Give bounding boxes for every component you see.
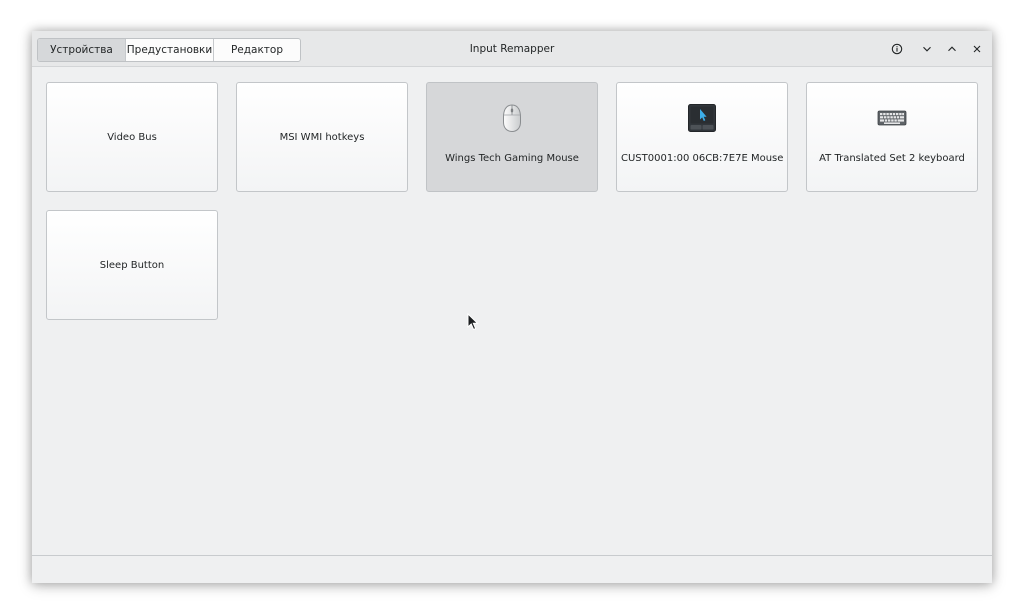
- keyboard-icon: [875, 101, 909, 135]
- tab-editor[interactable]: Редактор: [214, 39, 300, 61]
- mouse-pointer-icon: [467, 313, 479, 331]
- device-label: AT Translated Set 2 keyboard: [819, 153, 965, 164]
- device-label: CUST0001:00 06CB:7E7E Mouse: [621, 153, 783, 164]
- view-switcher: Устройства Предустановки Редактор: [37, 38, 301, 62]
- touchpad-icon: [685, 101, 719, 135]
- device-card-msi-wmi-hotkeys[interactable]: MSI WMI hotkeys: [236, 82, 408, 192]
- device-label: Video Bus: [107, 132, 157, 143]
- device-card-video-bus[interactable]: Video Bus: [46, 82, 218, 192]
- info-icon: [891, 43, 903, 55]
- device-card-wings-tech-gaming-mouse[interactable]: Wings Tech Gaming Mouse: [426, 82, 598, 192]
- device-label: Wings Tech Gaming Mouse: [445, 153, 579, 164]
- mouse-icon: [495, 101, 529, 135]
- device-grid: Video Bus MSI WMI hotkeys Wings Tech Gam…: [32, 67, 992, 555]
- device-card-touchpad-mouse[interactable]: CUST0001:00 06CB:7E7E Mouse: [616, 82, 788, 192]
- tab-presets[interactable]: Предустановки: [126, 39, 214, 61]
- close-icon: [973, 45, 981, 53]
- tab-devices[interactable]: Устройства: [38, 39, 126, 61]
- device-card-sleep-button[interactable]: Sleep Button: [46, 210, 218, 320]
- chevron-down-icon: [923, 46, 931, 52]
- app-window: Устройства Предустановки Редактор Input …: [32, 31, 992, 583]
- device-label: MSI WMI hotkeys: [279, 132, 365, 143]
- about-button[interactable]: [888, 40, 906, 58]
- status-bar: [32, 555, 992, 583]
- close-button[interactable]: [968, 40, 986, 58]
- maximize-button[interactable]: [943, 40, 961, 58]
- device-label: Sleep Button: [99, 260, 165, 271]
- title-bar[interactable]: Устройства Предустановки Редактор Input …: [32, 31, 992, 67]
- minimize-button[interactable]: [918, 40, 936, 58]
- chevron-up-icon: [948, 46, 956, 52]
- device-card-at-keyboard[interactable]: AT Translated Set 2 keyboard: [806, 82, 978, 192]
